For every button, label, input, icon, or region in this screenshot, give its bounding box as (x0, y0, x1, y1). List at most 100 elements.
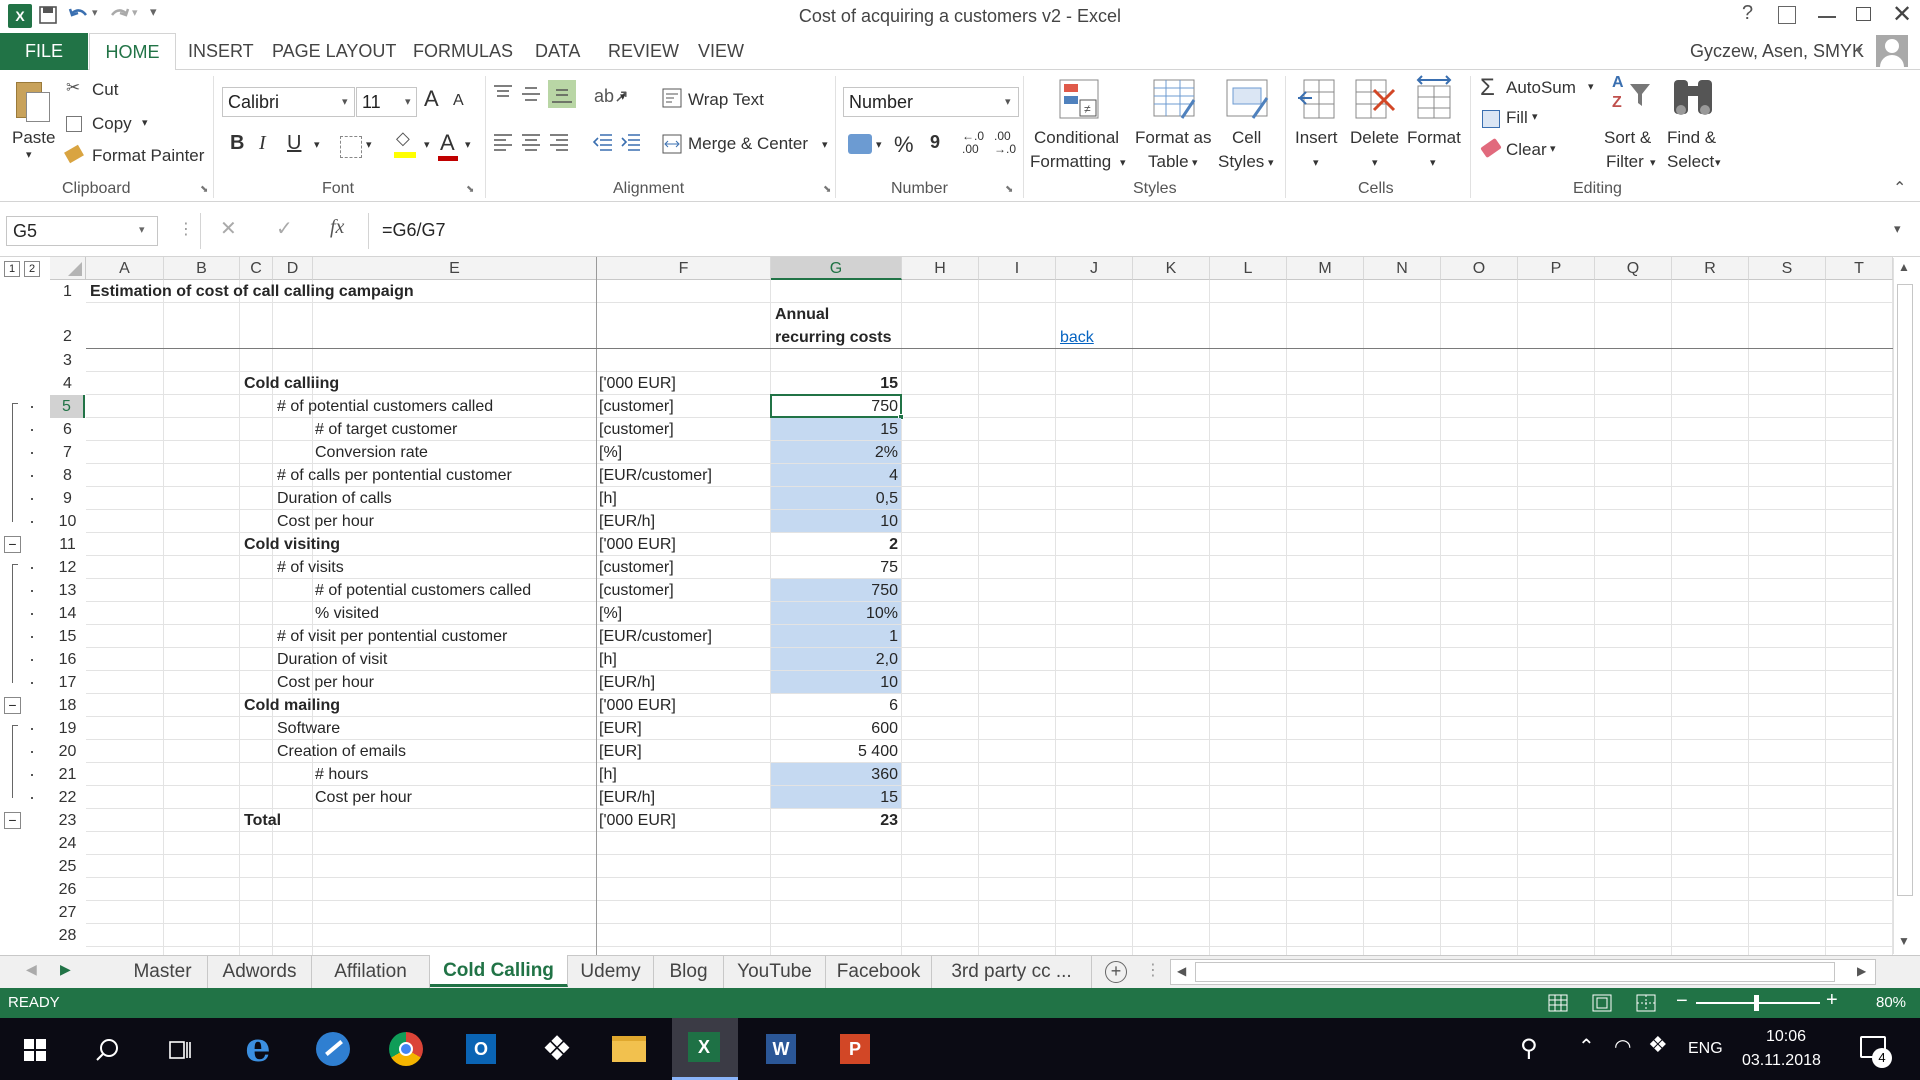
row-header-4[interactable]: 4 (50, 372, 85, 395)
row-unit[interactable]: [EUR/customer] (599, 625, 712, 648)
row-value[interactable]: 4 (771, 464, 898, 487)
sheet-scroll-left-icon[interactable]: ◀ (26, 961, 37, 978)
outline-collapse-button[interactable]: − (4, 536, 21, 553)
file-explorer-icon[interactable] (606, 1026, 652, 1072)
row-value[interactable]: 2 (771, 533, 898, 556)
column-header-p[interactable]: P (1518, 257, 1595, 280)
insert-cells-icon[interactable] (1296, 78, 1338, 122)
row-label[interactable]: Total (244, 809, 281, 832)
grow-font-icon[interactable]: A (424, 86, 439, 112)
zoom-slider[interactable] (1696, 995, 1820, 1011)
paste-button[interactable]: Paste (12, 128, 55, 148)
user-menu-chevron-icon[interactable]: ▾ (1856, 43, 1862, 57)
font-color-icon[interactable]: A (440, 130, 455, 156)
row-header-8[interactable]: 8 (50, 464, 85, 487)
close-icon[interactable]: ✕ (1892, 0, 1912, 29)
scroll-down-icon[interactable]: ▼ (1898, 934, 1910, 948)
column-g-header-line2[interactable]: recurring costs (775, 326, 891, 349)
column-header-n[interactable]: N (1364, 257, 1441, 280)
row-label[interactable]: # of visits (277, 556, 344, 579)
delete-button[interactable]: Delete (1350, 128, 1399, 148)
percent-style-button[interactable]: % (894, 132, 914, 158)
alignment-launcher-icon[interactable]: ⬊ (823, 184, 831, 195)
collapse-ribbon-icon[interactable]: ⌃ (1893, 178, 1906, 198)
orientation-dropdown-icon[interactable]: ▾ (620, 90, 626, 103)
row-header-22[interactable]: 22 (50, 786, 85, 809)
ribbon-display-options-icon[interactable] (1778, 6, 1796, 24)
column-header-q[interactable]: Q (1595, 257, 1672, 280)
column-header-c[interactable]: C (240, 257, 273, 280)
row-unit[interactable]: [h] (599, 763, 617, 786)
word-icon[interactable]: W (758, 1026, 804, 1072)
outline-collapse-button[interactable]: − (4, 697, 21, 714)
number-format-chevron-icon[interactable]: ▾ (1005, 95, 1011, 108)
clipboard-launcher-icon[interactable]: ⬊ (200, 184, 208, 195)
font-color-dropdown-icon[interactable]: ▾ (465, 138, 471, 151)
conditional-formatting-dropdown-icon[interactable]: ▾ (1120, 156, 1126, 169)
row-label[interactable]: # of target customer (315, 418, 457, 441)
format-button[interactable]: Format (1407, 128, 1461, 148)
column-header-f[interactable]: F (597, 257, 771, 280)
row-value[interactable]: 2,0 (771, 648, 898, 671)
row-header-7[interactable]: 7 (50, 441, 85, 464)
align-left-icon[interactable] (492, 132, 514, 154)
powerpoint-icon[interactable]: P (832, 1026, 878, 1072)
row-value[interactable]: 750 (771, 579, 898, 602)
row-value[interactable]: 2% (771, 441, 898, 464)
row-header-27[interactable]: 27 (50, 901, 85, 924)
fill-color-dropdown-icon[interactable]: ▾ (424, 138, 430, 151)
edge-icon[interactable]: e (235, 1026, 281, 1072)
sheet-tab-cold-calling[interactable]: Cold Calling (430, 955, 568, 987)
shrink-font-icon[interactable]: A (453, 92, 464, 110)
fill-dropdown-icon[interactable]: ▾ (1532, 110, 1538, 123)
cut-icon[interactable]: ✂ (66, 78, 80, 98)
fill-button[interactable]: Fill (1506, 108, 1528, 128)
name-box-chevron-icon[interactable]: ▾ (139, 223, 145, 236)
row-label[interactable]: Cold visiting (244, 533, 340, 556)
accounting-format-icon[interactable] (848, 134, 872, 154)
conditional-formatting-icon[interactable]: ≠ (1058, 78, 1100, 120)
copy-icon[interactable] (66, 116, 82, 132)
column-header-i[interactable]: I (979, 257, 1056, 280)
format-as-table-icon[interactable] (1152, 78, 1198, 122)
merge-center-icon[interactable] (662, 134, 682, 154)
column-header-g[interactable]: G (771, 257, 902, 280)
row-header-25[interactable]: 25 (50, 855, 85, 878)
row-label[interactable]: # hours (315, 763, 368, 786)
accounting-dropdown-icon[interactable]: ▾ (876, 138, 882, 151)
increase-decimal-icon[interactable]: ←.0.00 (962, 130, 984, 156)
row-header-12[interactable]: 12 (50, 556, 85, 579)
hscroll-right-icon[interactable]: ▶ (1857, 964, 1866, 978)
fill-bucket-icon[interactable]: ◇ (396, 128, 410, 149)
outlook-icon[interactable]: O (458, 1026, 504, 1072)
find-select-dropdown-icon[interactable]: ▾ (1715, 156, 1721, 169)
copy-button[interactable]: Copy (92, 114, 132, 134)
row-unit[interactable]: [EUR] (599, 717, 642, 740)
merge-center-button[interactable]: Merge & Center (688, 134, 808, 154)
row-unit[interactable]: [customer] (599, 556, 674, 579)
comma-style-button[interactable]: 9 (930, 132, 940, 153)
clock-date[interactable]: 03.11.2018 (1742, 1052, 1821, 1070)
zoom-level[interactable]: 80% (1876, 994, 1906, 1011)
column-header-m[interactable]: M (1287, 257, 1364, 280)
user-name[interactable]: Gyczew, Asen, SMYK (1690, 33, 1864, 70)
row-value[interactable]: 75 (771, 556, 898, 579)
row-value[interactable]: 23 (771, 809, 898, 832)
enter-formula-icon[interactable]: ✓ (276, 216, 293, 241)
align-bottom-icon[interactable] (548, 80, 576, 108)
task-view-icon[interactable] (166, 1038, 192, 1062)
row-header-11[interactable]: 11 (50, 533, 85, 556)
row-unit[interactable]: [EUR] (599, 740, 642, 763)
find-select-button[interactable]: Find & (1667, 128, 1716, 148)
format-cells-icon[interactable] (1412, 74, 1456, 122)
row-header-13[interactable]: 13 (50, 579, 85, 602)
zoom-slider-handle[interactable] (1754, 995, 1759, 1011)
bold-button[interactable]: B (230, 132, 244, 155)
row-unit[interactable]: [EUR/h] (599, 786, 655, 809)
row-header-28[interactable]: 28 (50, 924, 85, 947)
people-icon[interactable]: ⚲ (1520, 1034, 1538, 1063)
sheet-title[interactable]: Estimation of cost of call calling campa… (90, 280, 414, 303)
row-label[interactable]: Cold calliing (244, 372, 339, 395)
sheet-tab-youtube[interactable]: YouTube (724, 956, 826, 988)
column-header-d[interactable]: D (273, 257, 313, 280)
